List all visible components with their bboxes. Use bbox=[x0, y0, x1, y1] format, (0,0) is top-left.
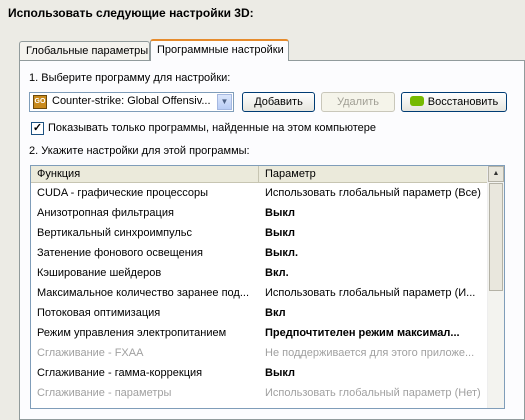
restore-button[interactable]: Восстановить bbox=[401, 92, 507, 112]
settings-table: Функция Параметр CUDA - графические проц… bbox=[30, 165, 505, 409]
program-select-value: Counter-strike: Global Offensiv... bbox=[52, 95, 211, 107]
nvidia-icon bbox=[409, 96, 424, 106]
column-header-parameter[interactable]: Параметр bbox=[259, 166, 490, 182]
tab-global-settings[interactable]: Глобальные параметры bbox=[19, 41, 150, 60]
function-cell: Сглаживание - параметры bbox=[37, 387, 172, 399]
program-game-icon: GO bbox=[33, 95, 47, 109]
table-row[interactable]: Анизотропная фильтрация Выкл bbox=[31, 203, 490, 223]
parameter-cell: Использовать глобальный параметр (Нет) bbox=[265, 387, 481, 399]
step1-label: 1. Выберите программу для настройки: bbox=[29, 72, 231, 84]
table-header: Функция Параметр bbox=[31, 166, 490, 183]
parameter-cell: Выкл. bbox=[265, 247, 299, 259]
table-row[interactable]: Затенение фонового освещения Выкл. bbox=[31, 243, 490, 263]
page-heading: Использовать следующие настройки 3D: bbox=[8, 6, 254, 20]
tab-program-settings[interactable]: Программные настройки bbox=[150, 39, 289, 61]
column-header-function[interactable]: Функция bbox=[31, 166, 259, 182]
function-cell: Сглаживание - гамма-коррекция bbox=[37, 367, 203, 379]
function-cell: Вертикальный синхроимпульс bbox=[37, 227, 193, 239]
scrollbar-thumb[interactable] bbox=[489, 183, 503, 291]
parameter-cell: Выкл bbox=[265, 207, 295, 219]
parameter-cell: Использовать глобальный параметр (Все) bbox=[265, 187, 481, 199]
add-button[interactable]: Добавить bbox=[242, 92, 315, 112]
parameter-cell: Вкл. bbox=[265, 267, 289, 279]
function-cell: CUDA - графические процессоры bbox=[37, 187, 209, 199]
table-row[interactable]: Кэширование шейдеров Вкл. bbox=[31, 263, 490, 283]
function-cell: Режим управления электропитанием bbox=[37, 327, 227, 339]
table-row[interactable]: Максимальное количество заранее под... Ис… bbox=[31, 283, 490, 303]
scroll-up-icon[interactable]: ▲ bbox=[488, 166, 504, 182]
step2-label: 2. Укажите настройки для этой программы: bbox=[29, 145, 250, 157]
function-cell: Кэширование шейдеров bbox=[37, 267, 162, 279]
table-row[interactable]: CUDA - графические процессоры Использоват… bbox=[31, 183, 490, 203]
function-cell: Потоковая оптимизация bbox=[37, 307, 161, 319]
table-row[interactable]: Вертикальный синхроимпульс Выкл bbox=[31, 223, 490, 243]
parameter-cell: Вкл bbox=[265, 307, 286, 319]
table-row[interactable]: Режим управления электропитанием Предпочт… bbox=[31, 323, 490, 343]
table-row[interactable]: Сглаживание - параметры Использовать глоб… bbox=[31, 383, 490, 403]
parameter-cell: Выкл bbox=[265, 227, 295, 239]
table-row[interactable]: Сглаживание - FXAA Не поддерживается для … bbox=[31, 343, 490, 363]
function-cell: Сглаживание - FXAA bbox=[37, 347, 144, 359]
vertical-scrollbar[interactable]: ▲ bbox=[487, 166, 504, 408]
function-cell: Максимальное количество заранее под... bbox=[37, 287, 250, 299]
table-row[interactable]: Потоковая оптимизация Вкл bbox=[31, 303, 490, 323]
parameter-cell: Предпочтителен режим максимал... bbox=[265, 327, 460, 339]
chevron-down-icon[interactable]: ▼ bbox=[217, 94, 232, 110]
table-row[interactable]: Сглаживание - гамма-коррекция Выкл bbox=[31, 363, 490, 383]
show-installed-label: Показывать только программы, найденные н… bbox=[48, 122, 377, 134]
restore-button-label: Восстановить bbox=[427, 96, 499, 108]
function-cell: Затенение фонового освещения bbox=[37, 247, 203, 259]
program-select[interactable]: GO Counter-strike: Global Offensiv... ▼ bbox=[29, 92, 234, 112]
parameter-cell: Выкл bbox=[265, 367, 295, 379]
show-installed-checkbox[interactable]: ✓ bbox=[31, 122, 44, 135]
function-cell: Анизотропная фильтрация bbox=[37, 207, 174, 219]
parameter-cell: Использовать глобальный параметр (И... bbox=[265, 287, 476, 299]
parameter-cell: Не поддерживается для этого приложе... bbox=[265, 347, 475, 359]
delete-button[interactable]: Удалить bbox=[321, 92, 395, 112]
